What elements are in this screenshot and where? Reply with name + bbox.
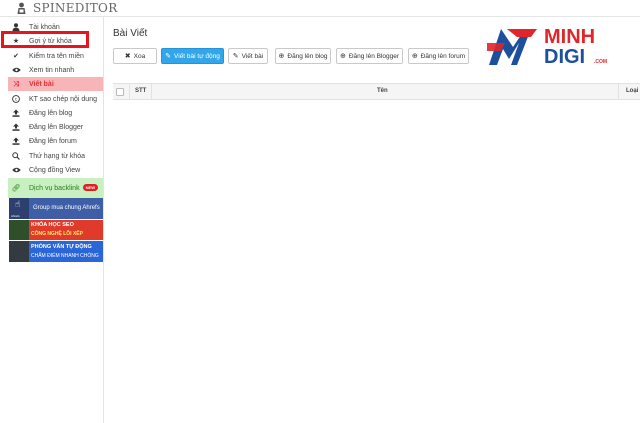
upload-icon [11, 122, 21, 132]
highlight-annotation [1, 31, 89, 48]
button-label: Đăng lên Blogger [348, 52, 400, 60]
sidebar-item-copy-check[interactable]: c KT sao chép nội dung [8, 92, 104, 106]
write-article-button[interactable]: ✎ Viết bài [228, 48, 268, 64]
sidebar-item-label: Xem tin nhanh [29, 66, 75, 74]
sidebar-item-domain-check[interactable]: ✔ Kiểm tra tên miền [8, 49, 104, 63]
sidebar-item-label: Thứ hạng từ khóa [29, 152, 86, 160]
main-content: Bài Viết ✖ Xoa ✎ Viết bài tự động ✎ Viết… [105, 17, 640, 423]
banner-title: KHÓA HỌC SEO [31, 222, 74, 228]
post-forum-button[interactable]: ⊕ Đăng lên forum [408, 48, 469, 64]
eye-icon [11, 65, 21, 75]
auto-write-button[interactable]: ✎ Viết bài tự động [161, 48, 224, 64]
app-logo-icon [17, 2, 26, 14]
brand-line2: DIGI [544, 46, 585, 68]
banner-title: PHỎNG VẤN TỰ ĐỘNG [31, 244, 92, 250]
sidebar-item-label: Đăng lên blog [29, 109, 73, 117]
post-blog-button[interactable]: ⊕ Đăng lên blog [275, 48, 331, 64]
sidebar-item-post-blog[interactable]: Đăng lên blog [8, 106, 104, 120]
sidebar-item-label: Cộng đồng View [29, 166, 81, 174]
sidebar-item-write-article[interactable]: ⤨ Viết bài [8, 77, 103, 91]
sidebar-item-backlink-service[interactable]: 🔗︎ Dịch vụ backlink NEW [8, 178, 103, 198]
thumb-label: Ahrefs [11, 214, 20, 218]
banner-text: Group mua chung Ahrefs [33, 205, 100, 211]
sidebar-item-quick-news[interactable]: Xem tin nhanh [8, 63, 104, 77]
button-label: Đăng lên forum [420, 52, 466, 60]
top-bar: SPINEDITOR [0, 0, 640, 17]
banner-subtitle: CHẤM ĐIỂM NHANH CHÓNG [31, 253, 99, 259]
eye-icon [11, 165, 21, 175]
circle-arrow-icon: ⊕ [278, 52, 285, 60]
sidebar-item-post-forum[interactable]: Đăng lên forum [8, 134, 104, 148]
brand-mark-icon [487, 29, 537, 65]
column-header-name[interactable]: Tên [377, 88, 388, 94]
button-label: Đăng lên blog [287, 52, 328, 60]
button-label: Viết bài [241, 52, 264, 60]
sidebar-item-keyword-rank[interactable]: Thứ hạng từ khóa [8, 149, 104, 163]
banner-subtitle: CÔNG NGHỆ LÕI XẾP [31, 231, 83, 237]
brand-suffix: .COM [594, 59, 607, 65]
select-all-checkbox[interactable] [116, 88, 124, 96]
button-label: Viết bài tự động [174, 52, 220, 60]
search-icon [11, 151, 21, 161]
delete-button[interactable]: ✖ Xoa [113, 48, 157, 64]
link-icon: 🔗︎ [11, 184, 21, 192]
sidebar-item-label: KT sao chép nội dung [29, 95, 97, 103]
new-badge: NEW [82, 184, 98, 191]
brand-line1: MINH [544, 26, 595, 48]
shuffle-icon: ⤨ [13, 80, 19, 88]
column-divider [618, 84, 619, 99]
banner-thumbnail: ☝ Ahrefs [9, 198, 29, 219]
sidebar-item-community-view[interactable]: Cộng đồng View [8, 163, 104, 177]
banner-thumbnail [9, 220, 29, 240]
sidebar-item-label: Viết bài [29, 80, 54, 88]
close-icon: ✖ [124, 52, 131, 60]
sidebar-item-label: Kiểm tra tên miền [29, 52, 84, 60]
banner-seo-course[interactable]: KHÓA HỌC SEO CÔNG NGHỆ LÕI XẾP [9, 220, 103, 240]
sidebar-item-post-blogger[interactable]: Đăng lên Blogger [8, 120, 104, 134]
pencil-icon: ✎ [165, 52, 172, 60]
circle-arrow-icon: ⊕ [339, 52, 346, 60]
button-label: Xoa [133, 52, 146, 60]
column-header-type[interactable]: Loại [626, 88, 638, 94]
banner-thumbnail [9, 241, 29, 262]
check-icon: ✔ [13, 52, 19, 60]
post-blogger-button[interactable]: ⊕ Đăng lên Blogger [336, 48, 403, 64]
hand-pointer-icon: ☝ [15, 199, 21, 209]
banner-auto-interview[interactable]: PHỎNG VẤN TỰ ĐỘNG CHẤM ĐIỂM NHANH CHÓNG [9, 241, 103, 262]
upload-icon [11, 136, 21, 146]
column-divider [151, 84, 152, 99]
minhdigi-logo: MINH DIGI .COM [487, 26, 607, 68]
page-title: Bài Viết [113, 28, 148, 39]
circle-arrow-icon: ⊕ [411, 52, 418, 60]
column-divider [129, 84, 130, 99]
sidebar-item-label: Đăng lên Blogger [29, 123, 84, 131]
banner-ahrefs-group[interactable]: ☝ Ahrefs Group mua chung Ahrefs [9, 198, 103, 219]
table-header: STT Tên Loại [113, 83, 640, 100]
sidebar-item-label: Tài khoản [29, 23, 60, 31]
pencil-icon: ✎ [232, 52, 239, 60]
copyright-icon: c [11, 94, 21, 104]
app-name: SPINEDITOR [33, 1, 118, 15]
upload-icon [11, 108, 21, 118]
sidebar-item-label: Đăng lên forum [29, 137, 77, 145]
sidebar-item-label: Dịch vụ backlink [29, 184, 80, 192]
column-header-stt[interactable]: STT [135, 88, 146, 94]
